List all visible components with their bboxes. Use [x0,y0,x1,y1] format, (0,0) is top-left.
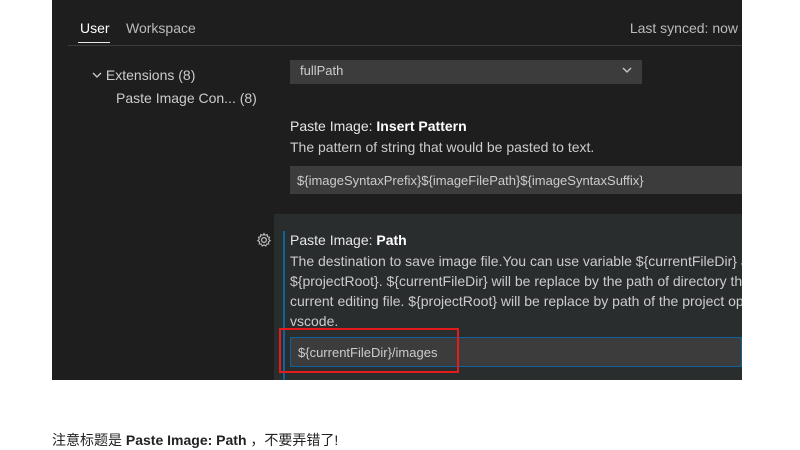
toc-item-extensions-label: Extensions (8) [105,67,196,83]
settings-scope-tabs: User Workspace Last synced: now [52,0,742,46]
setting-description-insert-pattern: The pattern of string that would be past… [290,139,595,155]
caption-text: 注意标题是 Paste Image: Path ，不要弄错了! [52,430,338,450]
dropdown-value: fullPath [300,63,344,78]
caption-prefix: 注意标题是 [52,432,126,448]
setting-description-path: The destination to save image file.You c… [290,251,742,331]
tab-user[interactable]: User [80,20,110,36]
insert-pattern-input[interactable]: ${imageSyntaxPrefix}${imageFilePath}${im… [290,166,742,194]
description-line: ${projectRoot}. ${currentFileDir} will b… [290,273,742,289]
description-line: current editing file. ${projectRoot} wil… [290,293,742,309]
description-line: The destination to save image file.You c… [290,253,742,269]
sync-status: Last synced: now [629,20,738,36]
chevron-down-icon [622,67,632,73]
setting-category: Paste Image: [290,118,377,134]
insert-pattern-value: ${imageSyntaxPrefix}${imageFilePath}${im… [297,173,644,188]
toc-item-paste-image[interactable]: Paste Image Con... (8) [116,90,257,106]
chevron-down-icon [92,67,102,78]
gear-icon[interactable] [256,232,272,248]
caption-bold: Paste Image: Path [125,432,247,448]
setting-title-path: Paste Image: Path [290,232,407,248]
active-tab-indicator [78,42,110,43]
setting-name: Insert Pattern [376,118,467,134]
vscode-settings-screenshot: User Workspace Last synced: now Extensio… [52,0,742,380]
toc-item-paste-image-label: Paste Image Con... (8) [116,90,257,106]
tab-workspace[interactable]: Workspace [126,20,196,36]
setting-name: Path [376,232,407,248]
setting-title-insert-pattern: Paste Image: Insert Pattern [290,118,467,134]
caption-suffix: ，不要弄错了! [246,432,339,448]
toc-item-extensions[interactable]: Extensions (8) [92,67,195,83]
setting-category: Paste Image: [290,232,377,248]
highlight-annotation-box [279,328,459,373]
setting-select-dropdown[interactable]: fullPath [290,60,642,84]
tabs-divider [68,45,742,46]
